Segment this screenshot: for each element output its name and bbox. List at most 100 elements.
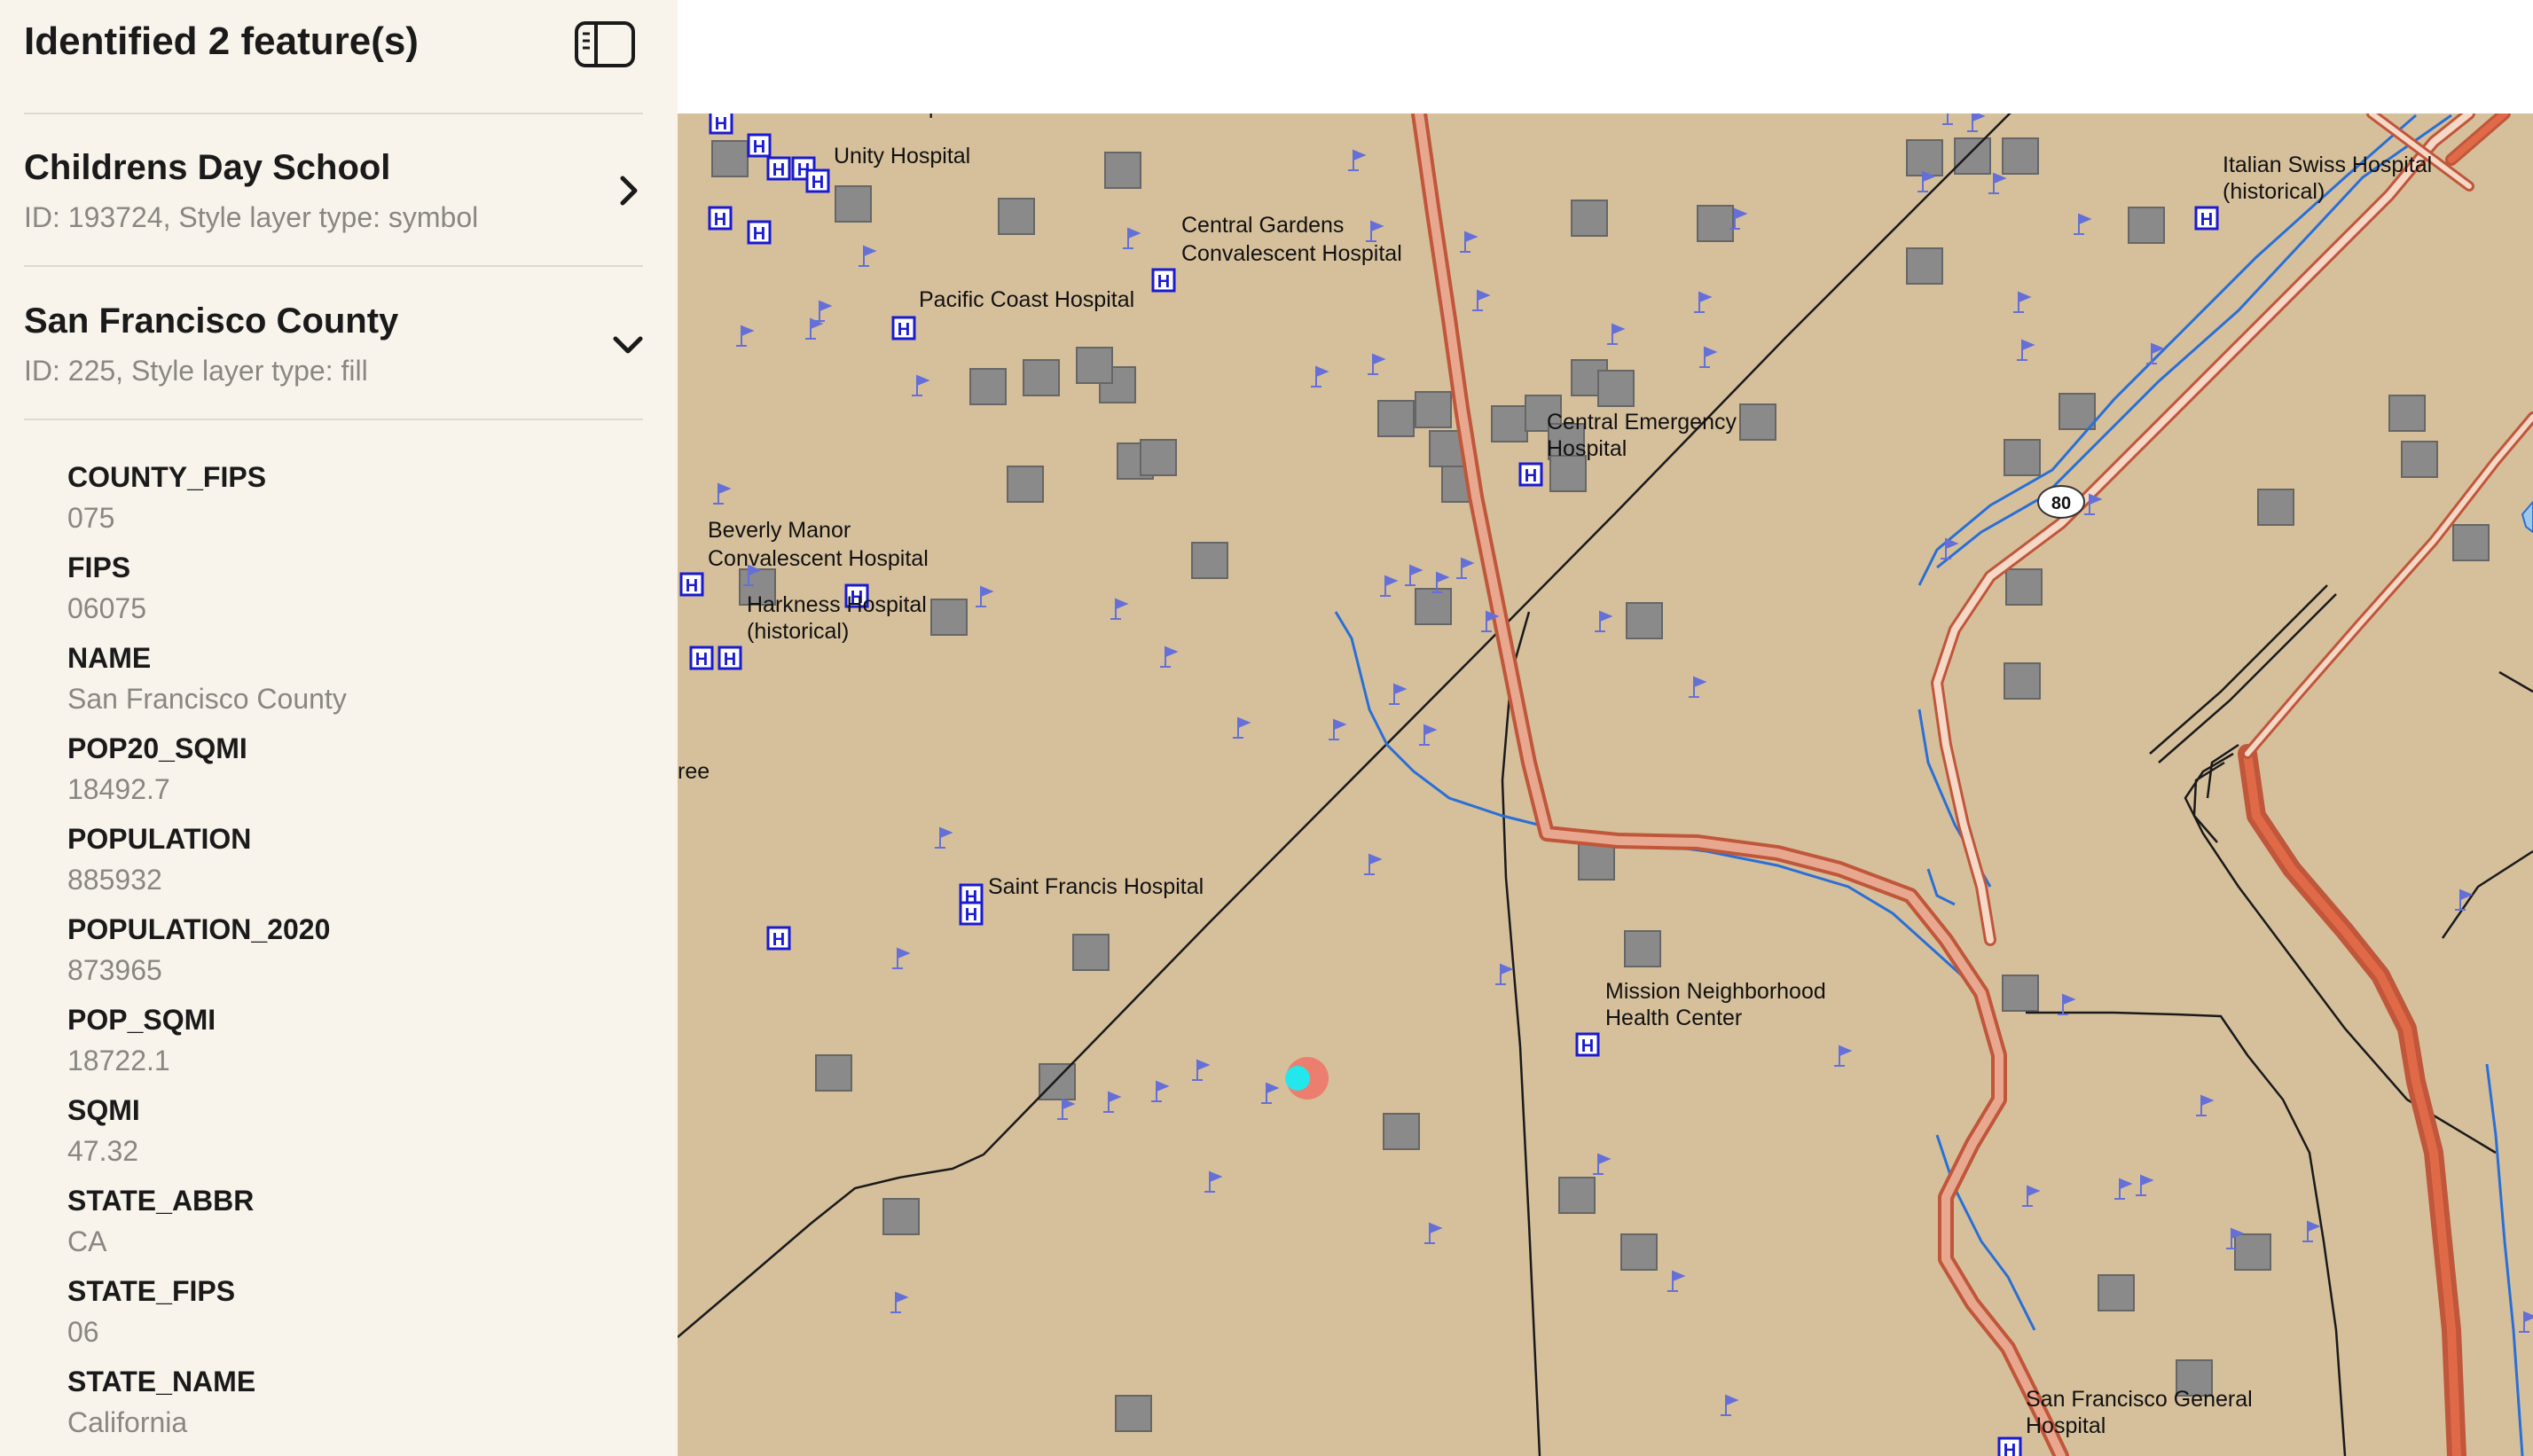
feature-row-san-francisco-county[interactable]: San Francisco County ID: 225, Style laye… <box>0 268 678 419</box>
building <box>2128 207 2165 244</box>
attribute-value: 075 <box>67 502 115 534</box>
hospital-icon: H <box>679 572 704 597</box>
map-label: Convalescent Hospital <box>708 546 929 571</box>
attribute-value: 18492.7 <box>67 773 170 805</box>
attribute-name: STATE_ABBR <box>67 1185 255 1217</box>
svg-text:H: H <box>724 650 736 669</box>
building <box>1626 602 1663 639</box>
feature-subtitle: ID: 193724, Style layer type: symbol <box>24 201 479 233</box>
feature-row-childrens-day-school[interactable]: Childrens Day School ID: 193724, Style l… <box>0 114 678 265</box>
building <box>1954 137 1991 175</box>
map-label: Beverly Manor <box>708 518 851 543</box>
building <box>1739 403 1776 441</box>
attribute-value: 18722.1 <box>67 1045 170 1076</box>
map-view[interactable]: 80 H H H H H H H H H H H H H H H H H H H… <box>678 0 2533 1456</box>
building <box>2257 489 2294 526</box>
building <box>1624 930 1661 967</box>
building <box>2098 1274 2135 1311</box>
attribute-state-name: STATE_NAME California <box>67 1366 255 1439</box>
attribute-name: FIPS <box>67 552 131 583</box>
building <box>1597 370 1635 407</box>
panel-title: Identified 2 feature(s) <box>24 20 419 63</box>
building <box>969 368 1007 405</box>
attribute-name-field: NAME San Francisco County <box>67 642 347 716</box>
attribute-name: SQMI <box>67 1094 140 1126</box>
building <box>2234 1233 2271 1271</box>
chevron-down-icon[interactable] <box>610 326 646 362</box>
svg-text:H: H <box>2200 210 2213 230</box>
location-dot-icon[interactable] <box>1285 1066 1310 1091</box>
building <box>1571 200 1608 237</box>
building <box>2059 393 2096 430</box>
map-label: Central Emergency <box>1547 410 1737 434</box>
hospital-icon: H <box>689 646 714 670</box>
hospital-icon: H <box>708 206 733 231</box>
map-label: Hospital <box>1547 436 1627 461</box>
map-canvas[interactable]: 80 H H H H H H H H H H H H H H H H H H H… <box>678 0 2533 1456</box>
sidebar-toggle-icon[interactable] <box>573 20 637 69</box>
svg-text:H: H <box>772 930 785 950</box>
hospital-icon: H <box>766 926 791 951</box>
svg-text:H: H <box>753 137 765 157</box>
hospital-icon: H <box>1997 1436 2022 1456</box>
hospital-icon: H <box>805 168 830 193</box>
building <box>1549 455 1587 492</box>
map-label: Harkness Hospital <box>747 592 927 617</box>
hospital-icon: H <box>1151 268 1176 293</box>
divider <box>24 419 643 420</box>
map-label: Hospital <box>2026 1413 2106 1438</box>
building <box>998 198 1035 235</box>
map-label: Italian Swiss Hospital <box>2223 153 2432 177</box>
attribute-population-2020: POPULATION_2020 873965 <box>67 913 330 987</box>
building <box>2388 395 2426 432</box>
building <box>1578 843 1615 881</box>
map-label: Mission Neighborhood <box>1605 979 1826 1004</box>
attribute-value: 47.32 <box>67 1135 139 1167</box>
building <box>2004 662 2041 700</box>
building <box>1191 542 1228 579</box>
building <box>2452 524 2490 561</box>
building <box>1415 588 1452 625</box>
building <box>882 1198 920 1235</box>
building <box>2002 137 2039 175</box>
building <box>1415 391 1452 428</box>
hospital-icon: H <box>766 156 791 181</box>
building <box>815 1054 852 1092</box>
svg-text:H: H <box>1157 272 1170 292</box>
svg-text:H: H <box>714 210 726 230</box>
map-label: Unity Hospital <box>834 144 970 168</box>
building <box>1072 934 1110 971</box>
map-label: Convalescent Hospital <box>1181 241 1402 266</box>
attribute-name: NAME <box>67 642 152 674</box>
building <box>1104 152 1141 189</box>
svg-text:H: H <box>1581 1037 1594 1056</box>
map-label: San Francisco General <box>2026 1387 2253 1412</box>
building <box>1007 466 1044 503</box>
building <box>1023 359 1060 396</box>
building <box>930 599 968 636</box>
building <box>1076 347 1113 384</box>
svg-text:H: H <box>715 114 727 134</box>
building <box>1906 247 1943 285</box>
svg-text:H: H <box>812 173 824 192</box>
building <box>1697 205 1734 242</box>
building <box>835 185 872 223</box>
attribute-name: STATE_NAME <box>67 1366 256 1397</box>
building <box>2002 975 2039 1012</box>
chevron-right-icon[interactable] <box>610 173 646 208</box>
building <box>1377 400 1415 437</box>
map-label: (historical) <box>747 619 849 644</box>
map-top-bar <box>678 0 2533 114</box>
svg-text:H: H <box>772 160 785 180</box>
hospital-icon: H <box>1518 462 1543 487</box>
building <box>1115 1395 1152 1432</box>
map-label: Health Center <box>1605 1006 1742 1030</box>
svg-text:H: H <box>2004 1441 2016 1456</box>
svg-text:H: H <box>1525 466 1537 486</box>
attribute-county-fips: COUNTY_FIPS 075 <box>67 461 266 535</box>
divider <box>24 265 643 267</box>
svg-text:H: H <box>695 650 708 669</box>
feature-subtitle: ID: 225, Style layer type: fill <box>24 355 368 387</box>
building <box>711 140 749 177</box>
map-label: Saint Francis Hospital <box>988 874 1204 899</box>
